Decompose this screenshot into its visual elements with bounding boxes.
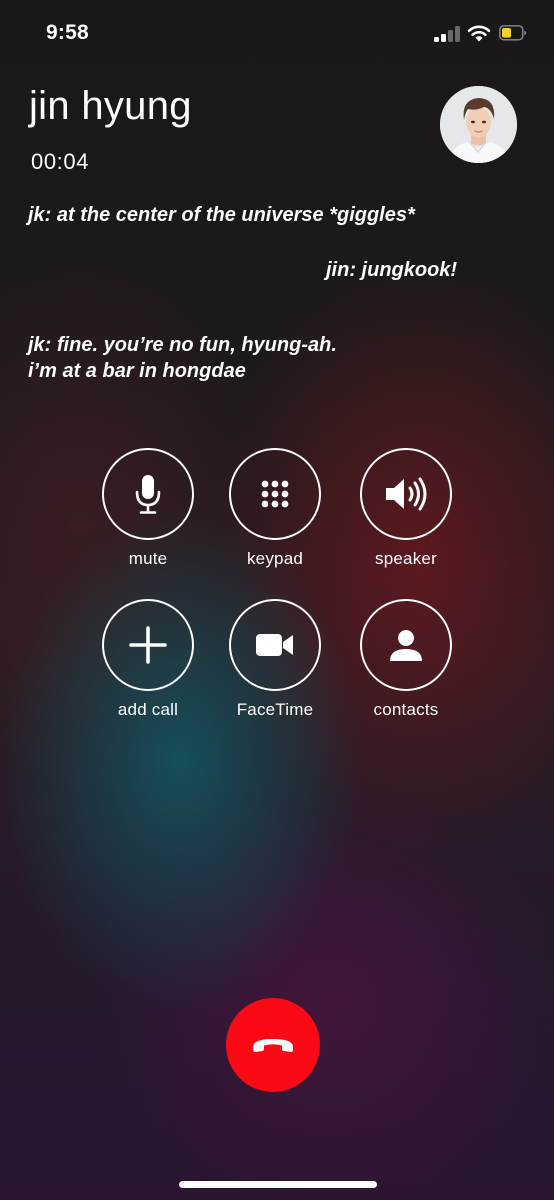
dialogue-line: jk: fine. you’re no fun, hyung-ah. — [28, 334, 337, 356]
plus-icon — [129, 626, 167, 664]
dialogue-line: jin: jungkook! — [326, 259, 458, 281]
facetime-label: FaceTime — [236, 700, 314, 719]
contacts-label: contacts — [373, 700, 439, 719]
microphone-icon — [135, 475, 161, 514]
contacts-button[interactable]: contacts — [337, 599, 477, 719]
mute-circle[interactable] — [102, 448, 194, 540]
home-indicator[interactable] — [179, 1181, 377, 1188]
add-call-label: add call — [117, 700, 179, 719]
speaker-button[interactable]: speaker — [337, 448, 477, 568]
keypad-circle[interactable] — [229, 448, 321, 540]
facetime-circle[interactable] — [229, 599, 321, 691]
mute-label: mute — [128, 549, 168, 568]
status-time: 9:58 — [46, 21, 89, 44]
hang-up-icon — [253, 1039, 293, 1052]
video-camera-icon — [256, 634, 293, 656]
contacts-circle[interactable] — [360, 599, 452, 691]
mute-button[interactable]: mute — [79, 448, 219, 568]
battery-low-icon — [499, 25, 527, 41]
caller-name: jin hyung — [29, 84, 192, 128]
keypad-label: keypad — [246, 549, 304, 568]
keypad-icon — [261, 480, 289, 508]
speaker-circle[interactable] — [360, 448, 452, 540]
speaker-label: speaker — [375, 549, 437, 568]
keypad-button[interactable]: keypad — [206, 448, 346, 568]
wifi-icon — [467, 25, 491, 42]
add-call-button[interactable]: add call — [79, 599, 219, 719]
dialogue-line: jk: at the center of the universe *giggl… — [28, 204, 415, 226]
end-call-button[interactable] — [226, 998, 320, 1092]
caller-avatar — [440, 86, 517, 163]
add-call-circle[interactable] — [102, 599, 194, 691]
status-bar: 9:58 — [0, 0, 554, 70]
person-icon — [390, 630, 422, 661]
dialogue-line: i’m at a bar in hongdae — [28, 360, 246, 382]
cellular-signal-icon — [434, 26, 460, 42]
facetime-button[interactable]: FaceTime — [206, 599, 346, 719]
call-duration: 00:04 — [31, 149, 90, 174]
speaker-icon — [386, 477, 427, 511]
